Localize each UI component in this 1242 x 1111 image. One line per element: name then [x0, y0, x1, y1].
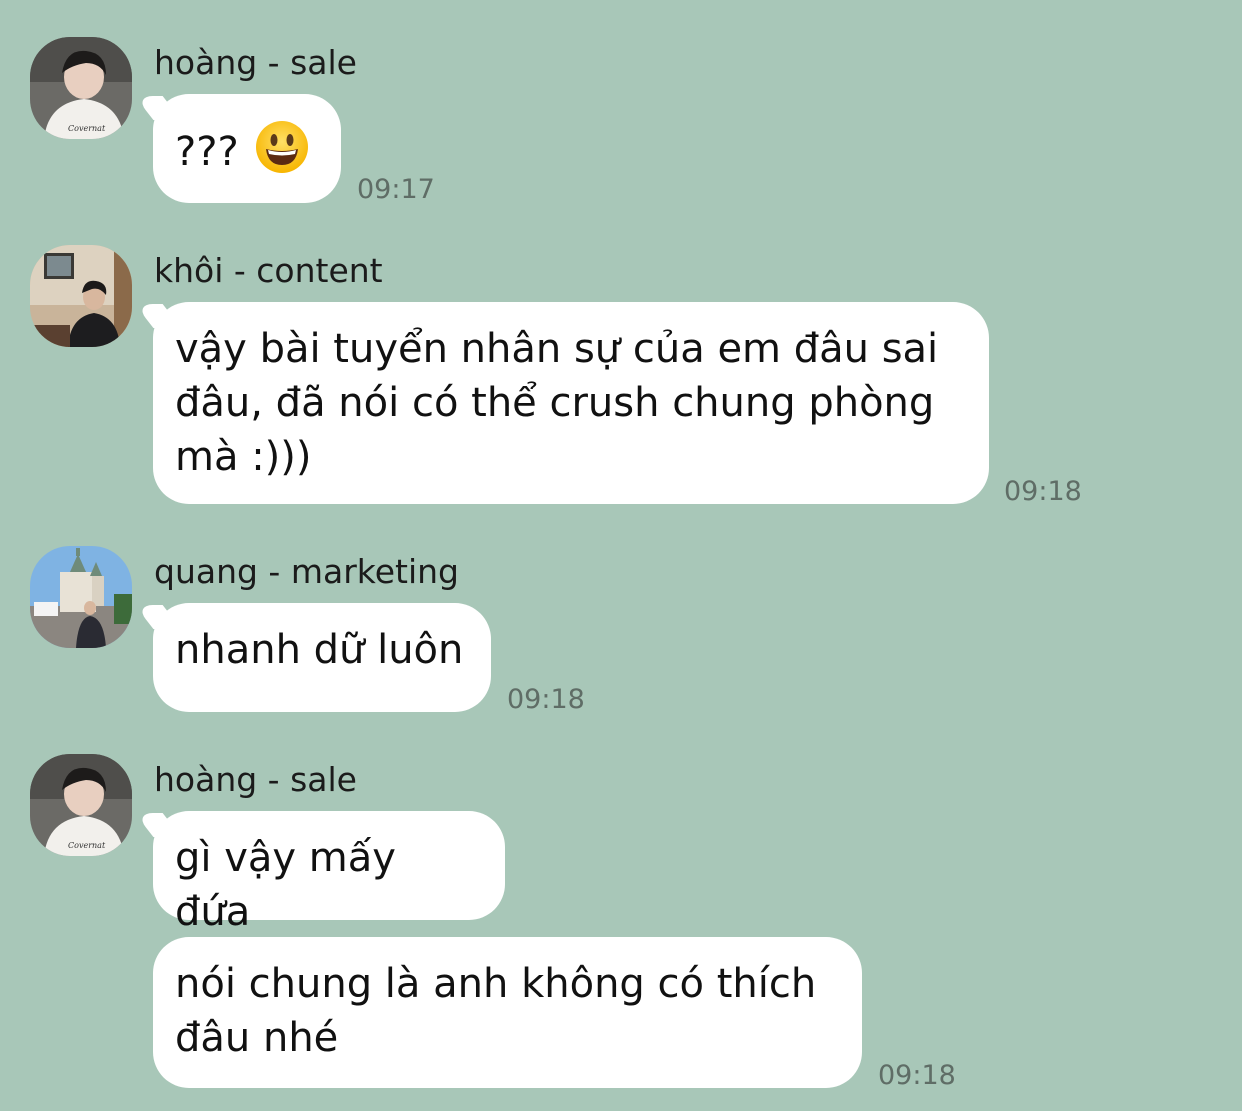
- avatar[interactable]: [30, 245, 132, 347]
- sender-name: hoàng - sale: [154, 43, 357, 82]
- message-time: 09:18: [878, 1060, 956, 1091]
- message-text: nói chung là anh không có thích đâu nhé: [175, 961, 817, 1061]
- sender-name: khôi - content: [154, 251, 383, 290]
- sender-name: hoàng - sale: [154, 760, 357, 799]
- message-text: ???: [175, 129, 239, 175]
- message-bubble[interactable]: nhanh dữ luôn: [153, 603, 491, 712]
- sender-name: quang - marketing: [154, 552, 459, 591]
- message-bubble[interactable]: vậy bài tuyển nhân sự của em đâu sai đâu…: [153, 302, 989, 504]
- message-time: 09:18: [1004, 476, 1082, 507]
- avatar-khoi-photo: [30, 245, 132, 347]
- message-bubble[interactable]: ???: [153, 94, 341, 203]
- message-time: 09:18: [507, 684, 585, 715]
- svg-text:Covernat: Covernat: [68, 124, 106, 133]
- message-text: vậy bài tuyển nhân sự của em đâu sai đâu…: [175, 326, 939, 480]
- avatar-quang-photo: [30, 546, 132, 648]
- grinning-face-emoji: [255, 120, 309, 188]
- message-bubble[interactable]: gì vậy mấy đứa: [153, 811, 505, 935]
- avatar[interactable]: [30, 546, 132, 648]
- avatar[interactable]: Covernat: [30, 37, 132, 139]
- chat-view: Covernat hoàng - sale ??? 09:17 khôi - c…: [0, 0, 1242, 1111]
- message-bubble[interactable]: nói chung là anh không có thích đâu nhé: [153, 937, 862, 1088]
- message-time: 09:17: [357, 174, 435, 205]
- svg-text:Covernat: Covernat: [68, 841, 106, 850]
- message-text: gì vậy mấy đứa: [175, 835, 396, 935]
- avatar-hoang-photo: Covernat: [30, 754, 132, 856]
- message-text: nhanh dữ luôn: [175, 627, 464, 673]
- avatar[interactable]: Covernat: [30, 754, 132, 856]
- avatar-hoang-photo: Covernat: [30, 37, 132, 139]
